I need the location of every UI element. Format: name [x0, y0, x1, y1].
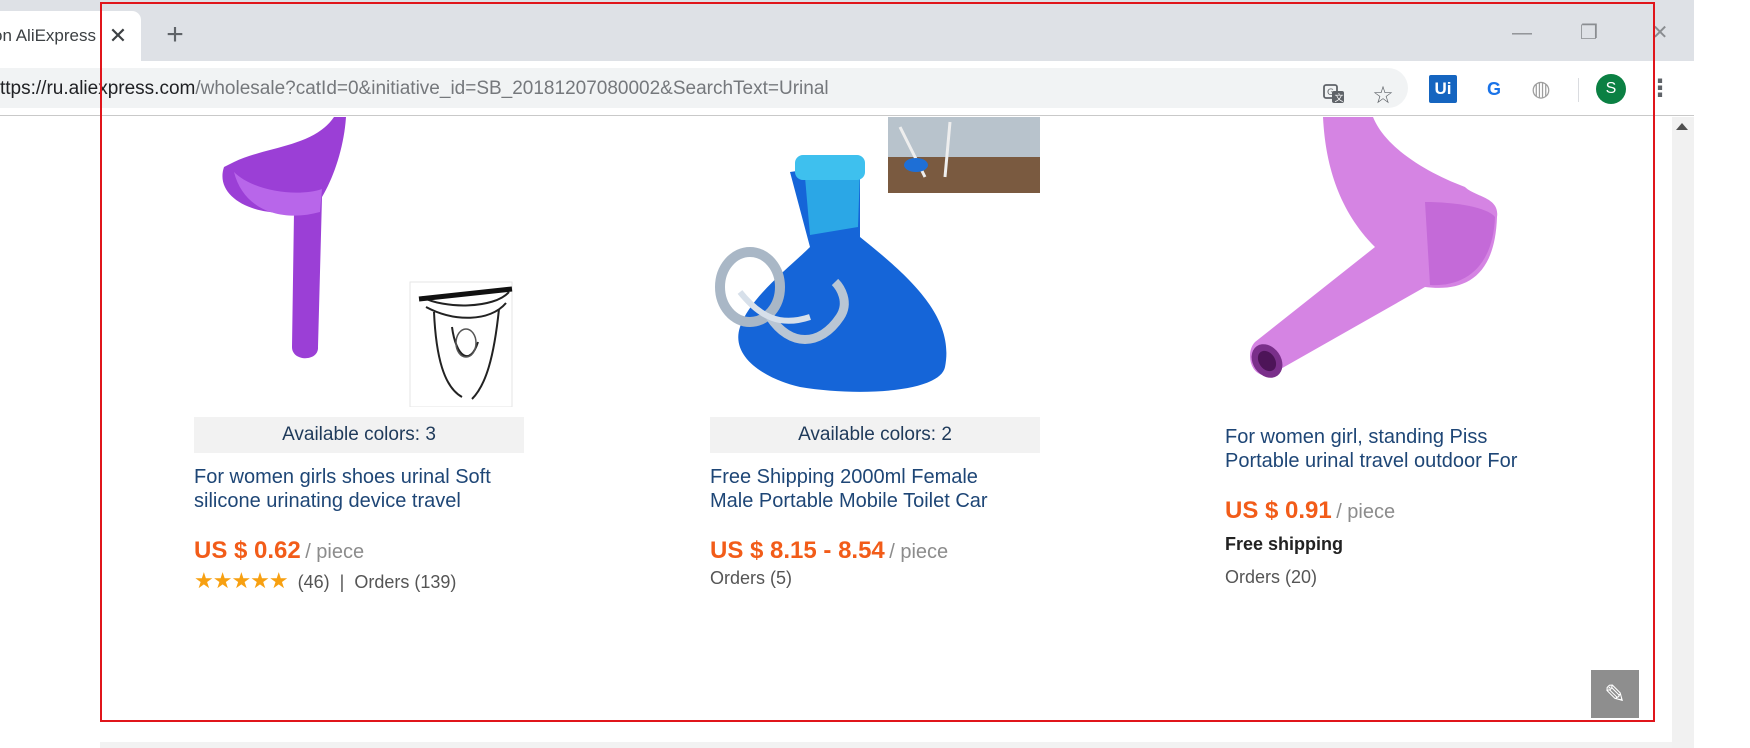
product-price: US $ 0.91 — [1225, 497, 1332, 524]
edit-pencil-icon[interactable]: ✎ — [1591, 670, 1639, 718]
product-title-link[interactable]: For women girl, standing Piss Portable u… — [1225, 425, 1565, 473]
price-unit: / piece — [305, 541, 365, 563]
product-price: US $ 8.15 - 8.54 — [710, 537, 885, 564]
active-tab[interactable]: Shopping on AliExpress ✕ — [0, 11, 141, 61]
product-title-line: Free Shipping 2000ml Female — [710, 466, 978, 488]
profile-avatar[interactable]: S — [1596, 74, 1626, 104]
price-unit: / piece — [1336, 501, 1396, 523]
tab-close-icon[interactable]: ✕ — [106, 24, 130, 48]
product-title-link[interactable]: Free Shipping 2000ml Female Male Portabl… — [710, 465, 1050, 513]
meta-separator: | — [339, 572, 345, 592]
price-unit: / piece — [889, 541, 949, 563]
maximize-button[interactable]: ❐ — [1572, 18, 1606, 48]
product-image[interactable] — [710, 117, 1040, 407]
browser-window: Shopping on AliExpress ✕ + — ❐ ✕ ttps://… — [0, 0, 1750, 748]
tab-strip: Shopping on AliExpress ✕ + — ❐ ✕ — [0, 0, 1694, 61]
uipath-extension-icon[interactable]: Ui — [1429, 75, 1457, 103]
product-price: US $ 0.62 — [194, 537, 301, 564]
product-image[interactable] — [194, 117, 524, 407]
browser-menu-icon[interactable]: ⋮ — [1646, 75, 1674, 103]
price-row: US $ 8.15 - 8.54 / piece — [710, 537, 948, 565]
available-colors-label: Available colors: 3 — [194, 417, 524, 453]
window-close-button[interactable]: ✕ — [1643, 18, 1677, 48]
translate-icon[interactable]: G文 — [1320, 82, 1348, 110]
free-shipping-label: Free shipping — [1225, 534, 1344, 554]
product-title-line: Portable urinal travel outdoor For — [1225, 450, 1518, 472]
orders-count[interactable]: Orders (139) — [354, 572, 456, 592]
product-card[interactable]: For women girl, standing Piss Portable u… — [1225, 117, 1585, 587]
product-title-link[interactable]: For women girls shoes urinal Soft silico… — [194, 465, 534, 513]
new-tab-button[interactable]: + — [160, 20, 190, 51]
price-row: US $ 0.62 / piece — [194, 537, 364, 565]
next-row-divider — [100, 742, 1672, 748]
scroll-up-arrow-icon[interactable] — [1676, 123, 1688, 130]
url-path: /wholesale?catId=0&initiative_id=SB_2018… — [195, 78, 829, 99]
tab-title: Shopping on AliExpress — [0, 26, 96, 45]
url-text: ttps://ru.aliexpress.com/wholesale?catId… — [0, 78, 829, 100]
google-translate-extension-icon[interactable]: G — [1480, 75, 1508, 103]
product-title-line: For women girls shoes urinal Soft — [194, 466, 491, 488]
orders-count[interactable]: Orders (20) — [1225, 567, 1317, 588]
toolbar-divider — [1578, 78, 1579, 102]
url-prefix: ttps://ru.ali — [0, 78, 88, 99]
product-image[interactable] — [1225, 117, 1555, 407]
bookmark-star-icon[interactable]: ☆ — [1369, 82, 1397, 110]
rating-count[interactable]: (46) — [298, 572, 330, 592]
available-colors-label: Available colors: 2 — [710, 417, 1040, 453]
rating-stars-icon[interactable]: ★★★★★ — [194, 568, 289, 593]
orders-count[interactable]: Orders (5) — [710, 568, 792, 589]
address-bar[interactable]: ttps://ru.aliexpress.com/wholesale?catId… — [0, 68, 1408, 110]
svg-text:文: 文 — [1335, 92, 1344, 104]
minimize-button[interactable]: — — [1505, 18, 1539, 48]
product-card[interactable]: Available colors: 2 Free Shipping 2000ml… — [710, 117, 1070, 588]
product-title-line: silicone urinating device travel — [194, 490, 461, 512]
product-title-line: Male Portable Mobile Toilet Car — [710, 490, 988, 512]
browser-toolbar: ttps://ru.aliexpress.com/wholesale?catId… — [0, 61, 1694, 116]
rating-orders-row: ★★★★★ (46) | Orders (139) — [194, 568, 456, 594]
url-host: express.com — [87, 78, 196, 99]
globe-extension-icon[interactable]: ◍ — [1527, 75, 1555, 103]
page-scrollbar[interactable] — [1672, 117, 1694, 748]
product-card[interactable]: Available colors: 3 For women girls shoe… — [194, 117, 554, 593]
price-row: US $ 0.91 / piece — [1225, 497, 1395, 525]
product-title-line: For women girl, standing Piss — [1225, 426, 1488, 448]
